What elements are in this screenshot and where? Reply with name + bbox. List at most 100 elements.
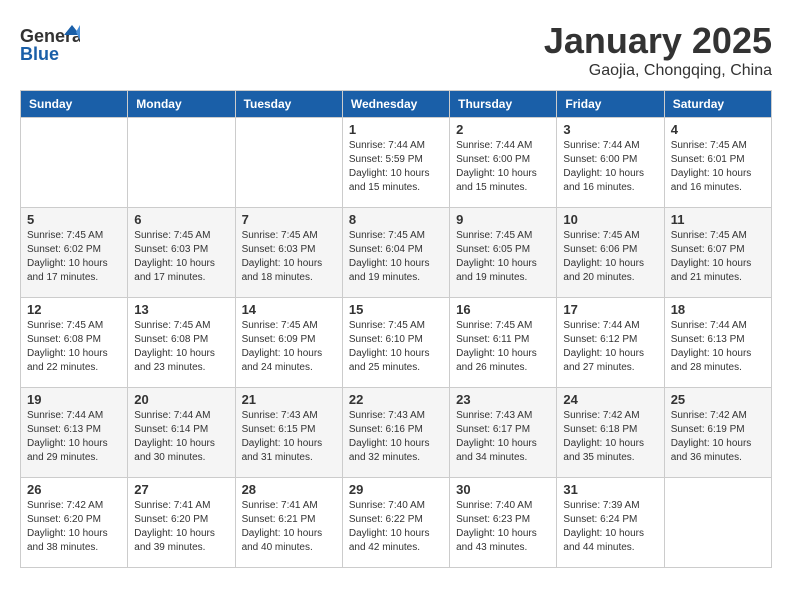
day-info: Sunrise: 7:45 AM Sunset: 6:08 PM Dayligh…	[27, 319, 121, 375]
day-info: Sunrise: 7:40 AM Sunset: 6:22 PM Dayligh…	[349, 499, 443, 555]
calendar-cell: 1 Sunrise: 7:44 AM Sunset: 5:59 PM Daylig…	[342, 118, 449, 208]
day-info: Sunrise: 7:43 AM Sunset: 6:15 PM Dayligh…	[242, 409, 336, 465]
day-info: Sunrise: 7:44 AM Sunset: 6:00 PM Dayligh…	[456, 139, 550, 195]
day-number: 5	[27, 212, 121, 227]
day-number: 26	[27, 482, 121, 497]
day-number: 28	[242, 482, 336, 497]
calendar-cell: 11Sunrise: 7:45 AM Sunset: 6:07 PM Dayli…	[664, 208, 771, 298]
day-info: Sunrise: 7:45 AM Sunset: 6:08 PM Dayligh…	[134, 319, 228, 375]
day-number: 24	[563, 392, 657, 407]
day-number: 22	[349, 392, 443, 407]
day-info: Sunrise: 7:42 AM Sunset: 6:19 PM Dayligh…	[671, 409, 765, 465]
calendar-cell: 27 Sunrise: 7:41 AM Sunset: 6:20 PM Dayli…	[128, 478, 235, 568]
day-number: 10	[563, 212, 657, 227]
calendar-cell	[235, 118, 342, 208]
calendar-cell: 17Sunrise: 7:44 AM Sunset: 6:12 PM Dayli…	[557, 298, 664, 388]
day-number: 18	[671, 302, 765, 317]
day-info: Sunrise: 7:44 AM Sunset: 5:59 PM Dayligh…	[349, 139, 443, 195]
weekday-monday: Monday	[128, 91, 235, 118]
calendar-cell: 3 Sunrise: 7:44 AM Sunset: 6:00 PM Daylig…	[557, 118, 664, 208]
calendar-cell: 21 Sunrise: 7:43 AM Sunset: 6:15 PM Dayli…	[235, 388, 342, 478]
calendar-cell: 10 Sunrise: 7:45 AM Sunset: 6:06 PM Dayli…	[557, 208, 664, 298]
calendar-cell: 5 Sunrise: 7:45 AM Sunset: 6:02 PM Daylig…	[21, 208, 128, 298]
day-number: 30	[456, 482, 550, 497]
day-number: 21	[242, 392, 336, 407]
day-number: 1	[349, 122, 443, 137]
day-number: 20	[134, 392, 228, 407]
day-number: 25	[671, 392, 765, 407]
calendar-cell: 23 Sunrise: 7:43 AM Sunset: 6:17 PM Dayli…	[450, 388, 557, 478]
day-number: 4	[671, 122, 765, 137]
day-info: Sunrise: 7:43 AM Sunset: 6:16 PM Dayligh…	[349, 409, 443, 465]
day-info: Sunrise: 7:45 AM Sunset: 6:10 PM Dayligh…	[349, 319, 443, 375]
weekday-friday: Friday	[557, 91, 664, 118]
calendar-week-3: 12 Sunrise: 7:45 AM Sunset: 6:08 PM Dayli…	[21, 298, 772, 388]
calendar-body: 1 Sunrise: 7:44 AM Sunset: 5:59 PM Daylig…	[21, 118, 772, 568]
day-info: Sunrise: 7:45 AM Sunset: 6:02 PM Dayligh…	[27, 229, 121, 285]
calendar-cell: 30 Sunrise: 7:40 AM Sunset: 6:23 PM Dayli…	[450, 478, 557, 568]
day-number: 23	[456, 392, 550, 407]
day-number: 13	[134, 302, 228, 317]
calendar-cell: 24 Sunrise: 7:42 AM Sunset: 6:18 PM Dayli…	[557, 388, 664, 478]
weekday-header-row: SundayMondayTuesdayWednesdayThursdayFrid…	[21, 91, 772, 118]
day-number: 29	[349, 482, 443, 497]
calendar-cell: 26 Sunrise: 7:42 AM Sunset: 6:20 PM Dayli…	[21, 478, 128, 568]
day-number: 12	[27, 302, 121, 317]
calendar-table: SundayMondayTuesdayWednesdayThursdayFrid…	[20, 90, 772, 568]
day-number: 19	[27, 392, 121, 407]
day-number: 7	[242, 212, 336, 227]
day-number: 31	[563, 482, 657, 497]
day-number: 11	[671, 212, 765, 227]
calendar-week-5: 26 Sunrise: 7:42 AM Sunset: 6:20 PM Dayli…	[21, 478, 772, 568]
calendar-cell: 9Sunrise: 7:45 AM Sunset: 6:05 PM Daylig…	[450, 208, 557, 298]
day-info: Sunrise: 7:45 AM Sunset: 6:03 PM Dayligh…	[134, 229, 228, 285]
day-info: Sunrise: 7:44 AM Sunset: 6:13 PM Dayligh…	[671, 319, 765, 375]
weekday-saturday: Saturday	[664, 91, 771, 118]
weekday-wednesday: Wednesday	[342, 91, 449, 118]
calendar-cell: 29 Sunrise: 7:40 AM Sunset: 6:22 PM Dayli…	[342, 478, 449, 568]
day-info: Sunrise: 7:39 AM Sunset: 6:24 PM Dayligh…	[563, 499, 657, 555]
logo: General Blue	[20, 20, 80, 70]
day-info: Sunrise: 7:43 AM Sunset: 6:17 PM Dayligh…	[456, 409, 550, 465]
calendar-title: January 2025	[544, 20, 772, 62]
svg-text:Blue: Blue	[20, 44, 59, 64]
day-info: Sunrise: 7:45 AM Sunset: 6:11 PM Dayligh…	[456, 319, 550, 375]
day-info: Sunrise: 7:40 AM Sunset: 6:23 PM Dayligh…	[456, 499, 550, 555]
calendar-cell: 18 Sunrise: 7:44 AM Sunset: 6:13 PM Dayli…	[664, 298, 771, 388]
day-info: Sunrise: 7:42 AM Sunset: 6:20 PM Dayligh…	[27, 499, 121, 555]
calendar-cell: 22 Sunrise: 7:43 AM Sunset: 6:16 PM Dayli…	[342, 388, 449, 478]
calendar-week-2: 5 Sunrise: 7:45 AM Sunset: 6:02 PM Daylig…	[21, 208, 772, 298]
calendar-cell: 6 Sunrise: 7:45 AM Sunset: 6:03 PM Daylig…	[128, 208, 235, 298]
calendar-week-1: 1 Sunrise: 7:44 AM Sunset: 5:59 PM Daylig…	[21, 118, 772, 208]
day-info: Sunrise: 7:45 AM Sunset: 6:04 PM Dayligh…	[349, 229, 443, 285]
calendar-cell: 15Sunrise: 7:45 AM Sunset: 6:10 PM Dayli…	[342, 298, 449, 388]
day-info: Sunrise: 7:41 AM Sunset: 6:20 PM Dayligh…	[134, 499, 228, 555]
calendar-cell: 13 Sunrise: 7:45 AM Sunset: 6:08 PM Dayli…	[128, 298, 235, 388]
day-number: 8	[349, 212, 443, 227]
day-number: 14	[242, 302, 336, 317]
day-number: 6	[134, 212, 228, 227]
day-info: Sunrise: 7:44 AM Sunset: 6:12 PM Dayligh…	[563, 319, 657, 375]
day-info: Sunrise: 7:44 AM Sunset: 6:13 PM Dayligh…	[27, 409, 121, 465]
calendar-cell: 8 Sunrise: 7:45 AM Sunset: 6:04 PM Daylig…	[342, 208, 449, 298]
calendar-cell: 14Sunrise: 7:45 AM Sunset: 6:09 PM Dayli…	[235, 298, 342, 388]
day-number: 3	[563, 122, 657, 137]
day-number: 27	[134, 482, 228, 497]
day-info: Sunrise: 7:41 AM Sunset: 6:21 PM Dayligh…	[242, 499, 336, 555]
calendar-cell	[664, 478, 771, 568]
page-header: General Blue January 2025 Gaojia, Chongq…	[20, 20, 772, 80]
day-info: Sunrise: 7:45 AM Sunset: 6:01 PM Dayligh…	[671, 139, 765, 195]
title-block: January 2025 Gaojia, Chongqing, China	[544, 20, 772, 80]
day-info: Sunrise: 7:42 AM Sunset: 6:18 PM Dayligh…	[563, 409, 657, 465]
calendar-cell: 2 Sunrise: 7:44 AM Sunset: 6:00 PM Daylig…	[450, 118, 557, 208]
calendar-cell	[21, 118, 128, 208]
calendar-week-4: 19 Sunrise: 7:44 AM Sunset: 6:13 PM Dayli…	[21, 388, 772, 478]
day-info: Sunrise: 7:45 AM Sunset: 6:06 PM Dayligh…	[563, 229, 657, 285]
calendar-cell: 28 Sunrise: 7:41 AM Sunset: 6:21 PM Dayli…	[235, 478, 342, 568]
day-number: 2	[456, 122, 550, 137]
calendar-cell: 4 Sunrise: 7:45 AM Sunset: 6:01 PM Daylig…	[664, 118, 771, 208]
calendar-subtitle: Gaojia, Chongqing, China	[544, 62, 772, 80]
day-info: Sunrise: 7:44 AM Sunset: 6:00 PM Dayligh…	[563, 139, 657, 195]
day-number: 9	[456, 212, 550, 227]
weekday-tuesday: Tuesday	[235, 91, 342, 118]
